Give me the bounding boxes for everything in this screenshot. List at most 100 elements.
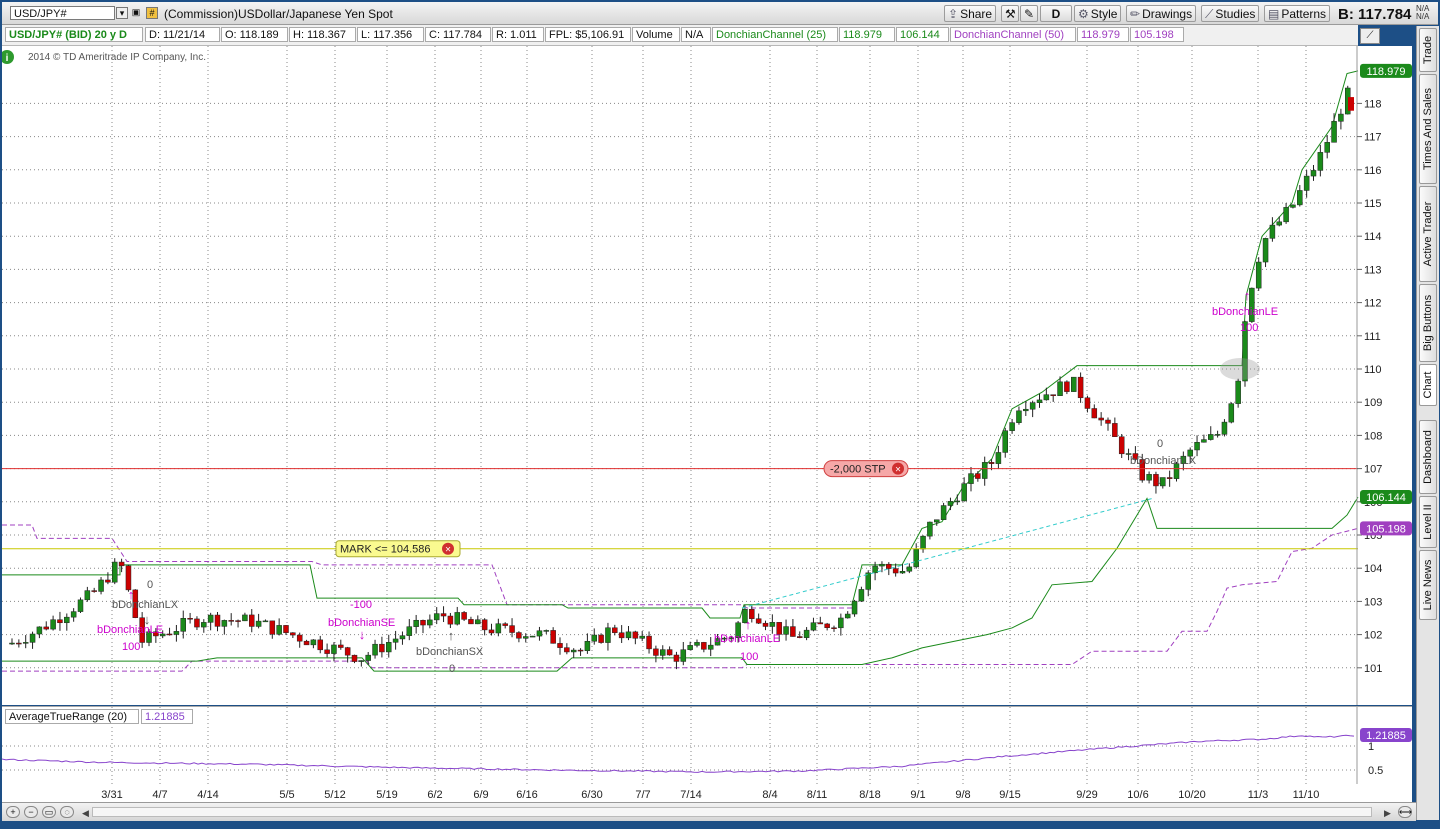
candle[interactable] [1118,436,1125,455]
candle[interactable] [454,612,460,625]
candle[interactable] [591,634,597,642]
candle[interactable] [290,632,296,636]
candle[interactable] [584,640,591,651]
candle[interactable] [64,616,70,624]
candle[interactable] [399,635,406,640]
candle[interactable] [1064,381,1070,392]
candle[interactable] [762,622,769,627]
candle[interactable] [228,620,234,622]
candle[interactable] [666,649,673,656]
candle[interactable] [461,612,467,620]
scroll-left-icon[interactable]: ◀ [82,808,89,819]
candle[interactable] [1091,408,1098,419]
candle[interactable] [447,615,454,625]
candle[interactable] [1146,474,1152,481]
candle[interactable] [1290,204,1296,208]
candle[interactable] [194,618,200,628]
candle[interactable] [276,625,282,635]
candle[interactable] [324,649,330,654]
candle[interactable] [43,626,49,630]
candle[interactable] [269,620,276,635]
candle[interactable] [1105,419,1111,424]
candle[interactable] [660,649,666,656]
zoom-out-icon[interactable]: − [24,806,38,818]
candle[interactable] [570,649,577,653]
candle[interactable] [1338,113,1344,122]
candle[interactable] [1084,397,1091,409]
candle[interactable] [1077,376,1084,399]
candle[interactable] [995,452,1002,464]
atr-chart[interactable]: 1 0.5 1.21885 [1,707,1412,785]
candle[interactable] [1228,403,1235,423]
candle[interactable] [509,625,515,633]
candle[interactable] [468,619,474,625]
candle[interactable] [57,619,63,624]
candle[interactable] [523,636,529,639]
candle[interactable] [214,614,221,627]
candle[interactable] [680,649,687,662]
candle[interactable] [303,640,310,646]
candle[interactable] [707,644,714,650]
candle[interactable] [180,618,186,632]
candle[interactable] [913,548,919,568]
candle[interactable] [920,535,926,550]
candle[interactable] [118,561,125,567]
candle[interactable] [91,590,97,592]
candle[interactable] [1317,152,1324,171]
candle[interactable] [22,642,29,644]
candle[interactable] [618,632,625,639]
candle[interactable] [372,643,378,656]
candle[interactable] [865,572,871,590]
candle[interactable] [625,631,632,639]
trend-line[interactable] [741,497,1153,609]
candle[interactable] [1009,422,1015,431]
candle[interactable] [1023,408,1029,412]
candle[interactable] [988,462,995,464]
candle[interactable] [1310,170,1317,177]
drawings-button[interactable]: ✏ Drawings [1126,5,1197,22]
symbol-input[interactable]: USD/JPY# [10,6,115,20]
candle[interactable] [1208,434,1214,440]
candle[interactable] [1303,175,1310,191]
candle[interactable] [1050,394,1056,396]
candle[interactable] [543,630,550,632]
candle[interactable] [488,629,495,634]
tab-level-ii[interactable]: Level II [1419,496,1437,548]
candle[interactable] [975,473,981,479]
last-candle[interactable] [1348,97,1354,111]
candle[interactable] [701,642,707,650]
candle[interactable] [1324,142,1330,153]
zoom-reset-icon[interactable]: ◌ [60,806,74,818]
time-axis[interactable]: 3/31 4/7 4/14 5/5 5/12 5/19 6/2 6/9 6/16 6/30 7/7 7… [2,784,1358,802]
candle[interactable] [947,501,954,506]
candle[interactable] [1235,380,1241,404]
candle[interactable] [844,613,851,619]
candle[interactable] [317,639,323,651]
share-button[interactable]: ⇪ Share [944,5,997,22]
candle[interactable] [817,622,824,625]
candle[interactable] [1297,190,1303,206]
candle[interactable] [687,645,693,650]
candle[interactable] [797,636,803,638]
candle[interactable] [632,631,639,639]
candle[interactable] [420,619,426,626]
candle[interactable] [899,571,906,574]
price-chart-panel[interactable]: 1181171161151141131121111101091081071061… [0,46,1412,705]
candle[interactable] [112,561,118,583]
candle[interactable] [940,505,947,520]
candle[interactable] [892,568,899,574]
candle[interactable] [803,629,810,638]
tab-big-buttons[interactable]: Big Buttons [1419,284,1437,362]
candle[interactable] [557,643,563,648]
zoom-fit-icon[interactable]: ▭ [42,806,56,818]
candle[interactable] [201,622,207,628]
candle[interactable] [769,622,776,627]
candle[interactable] [1221,421,1228,435]
candle[interactable] [872,565,878,574]
candle[interactable] [358,660,365,662]
candle[interactable] [77,599,84,612]
candle[interactable] [207,614,214,623]
candle[interactable] [550,630,556,644]
candle[interactable] [646,635,652,650]
candle[interactable] [824,623,830,628]
